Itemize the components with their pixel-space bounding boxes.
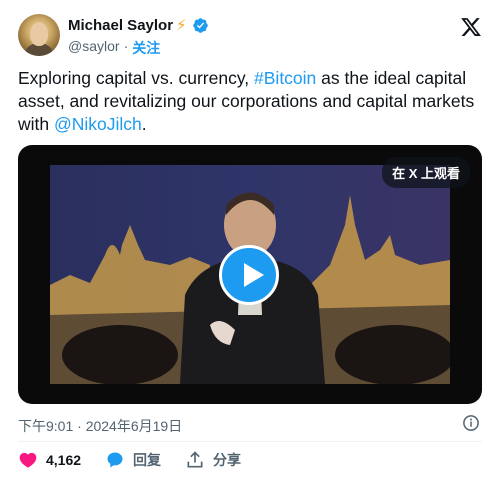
- tweet-header: Michael Saylor ⚡ @saylor · 关注: [18, 14, 486, 58]
- embedded-tweet-card: Michael Saylor ⚡ @saylor · 关注 Exploring …: [0, 0, 500, 481]
- heart-icon: [19, 452, 37, 468]
- reply-label: 回复: [133, 452, 162, 468]
- reply-button[interactable]: 回复: [105, 450, 161, 470]
- tweet-text-part-3: .: [141, 114, 147, 134]
- tweet-timestamp[interactable]: 下午9:01 · 2024年6月19日: [18, 416, 182, 436]
- play-icon[interactable]: [219, 245, 279, 305]
- share-icon: [187, 451, 203, 468]
- author-name-row: Michael Saylor ⚡: [68, 17, 209, 34]
- like-button[interactable]: 4,162: [18, 450, 81, 470]
- video-player[interactable]: 在 X 上观看: [18, 145, 482, 404]
- tweet-text-part-1: Exploring capital vs. currency,: [18, 68, 255, 88]
- author-handle[interactable]: @saylor: [68, 38, 120, 58]
- share-label: 分享: [213, 452, 242, 468]
- share-button[interactable]: 分享: [185, 450, 241, 470]
- hashtag-link[interactable]: #Bitcoin: [254, 68, 316, 88]
- watch-on-x-button[interactable]: 在 X 上观看: [382, 157, 470, 188]
- reply-bubble-icon: [107, 452, 123, 468]
- avatar-face: [30, 22, 48, 46]
- avatar[interactable]: [18, 14, 60, 56]
- tweet-text: Exploring capital vs. currency, #Bitcoin…: [18, 67, 480, 136]
- author-name[interactable]: Michael Saylor: [68, 17, 173, 34]
- tweet-actions: 4,162 回复 分享: [18, 449, 265, 471]
- verified-badge-icon: [192, 18, 208, 33]
- info-icon[interactable]: [462, 414, 480, 432]
- mention-link[interactable]: @NikoJilch: [54, 114, 142, 134]
- x-logo-icon[interactable]: [460, 16, 482, 38]
- divider: [18, 441, 482, 442]
- handle-separator: ·: [123, 38, 129, 54]
- like-count: 4,162: [46, 452, 82, 468]
- follow-button[interactable]: 关注: [132, 38, 160, 58]
- author-handle-row: @saylor · 关注: [68, 38, 160, 58]
- lightning-emoji: ⚡: [176, 17, 187, 34]
